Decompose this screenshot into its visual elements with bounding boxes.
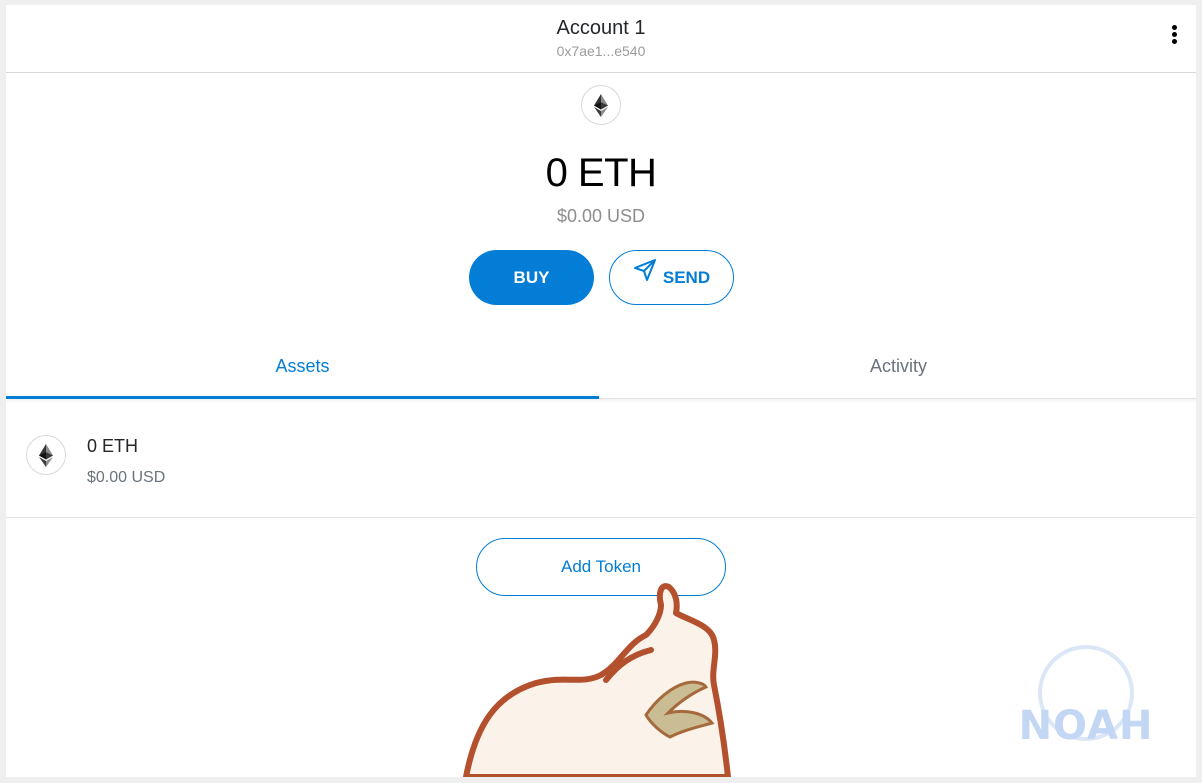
asset-amount: 0 ETH [87,436,139,456]
tab-activity[interactable]: Activity [602,340,1195,398]
ethereum-icon [581,85,621,125]
send-label: SEND [662,268,711,287]
eth-balance: 0 ETH [545,151,657,195]
fiat-balance: $0.00 USD [556,206,646,226]
kebab-menu-icon[interactable] [1166,25,1182,51]
buy-button[interactable]: BUY [469,250,594,305]
pointing-hand-cursor [463,583,731,777]
account-header: Account 1 0x7ae1...e540 [6,5,1196,73]
tab-assets[interactable]: Assets [6,340,599,399]
ethereum-icon [26,435,66,475]
account-address[interactable]: 0x7ae1...e540 [6,43,1196,59]
tab-bar: Assets Activity [6,340,1196,399]
paper-plane-icon [633,250,657,303]
asset-fiat-value: $0.00 USD [87,469,166,486]
account-name[interactable]: Account 1 [6,17,1196,40]
send-button[interactable]: SEND [609,250,734,305]
asset-list-item[interactable]: 0 ETH $0.00 USD [6,399,1196,518]
watermark-text: NOAH [1018,703,1154,749]
watermark-logo: NOAH [1016,645,1156,755]
wallet-frame: Account 1 0x7ae1...e540 0 ETH $0.00 USD … [6,5,1196,777]
